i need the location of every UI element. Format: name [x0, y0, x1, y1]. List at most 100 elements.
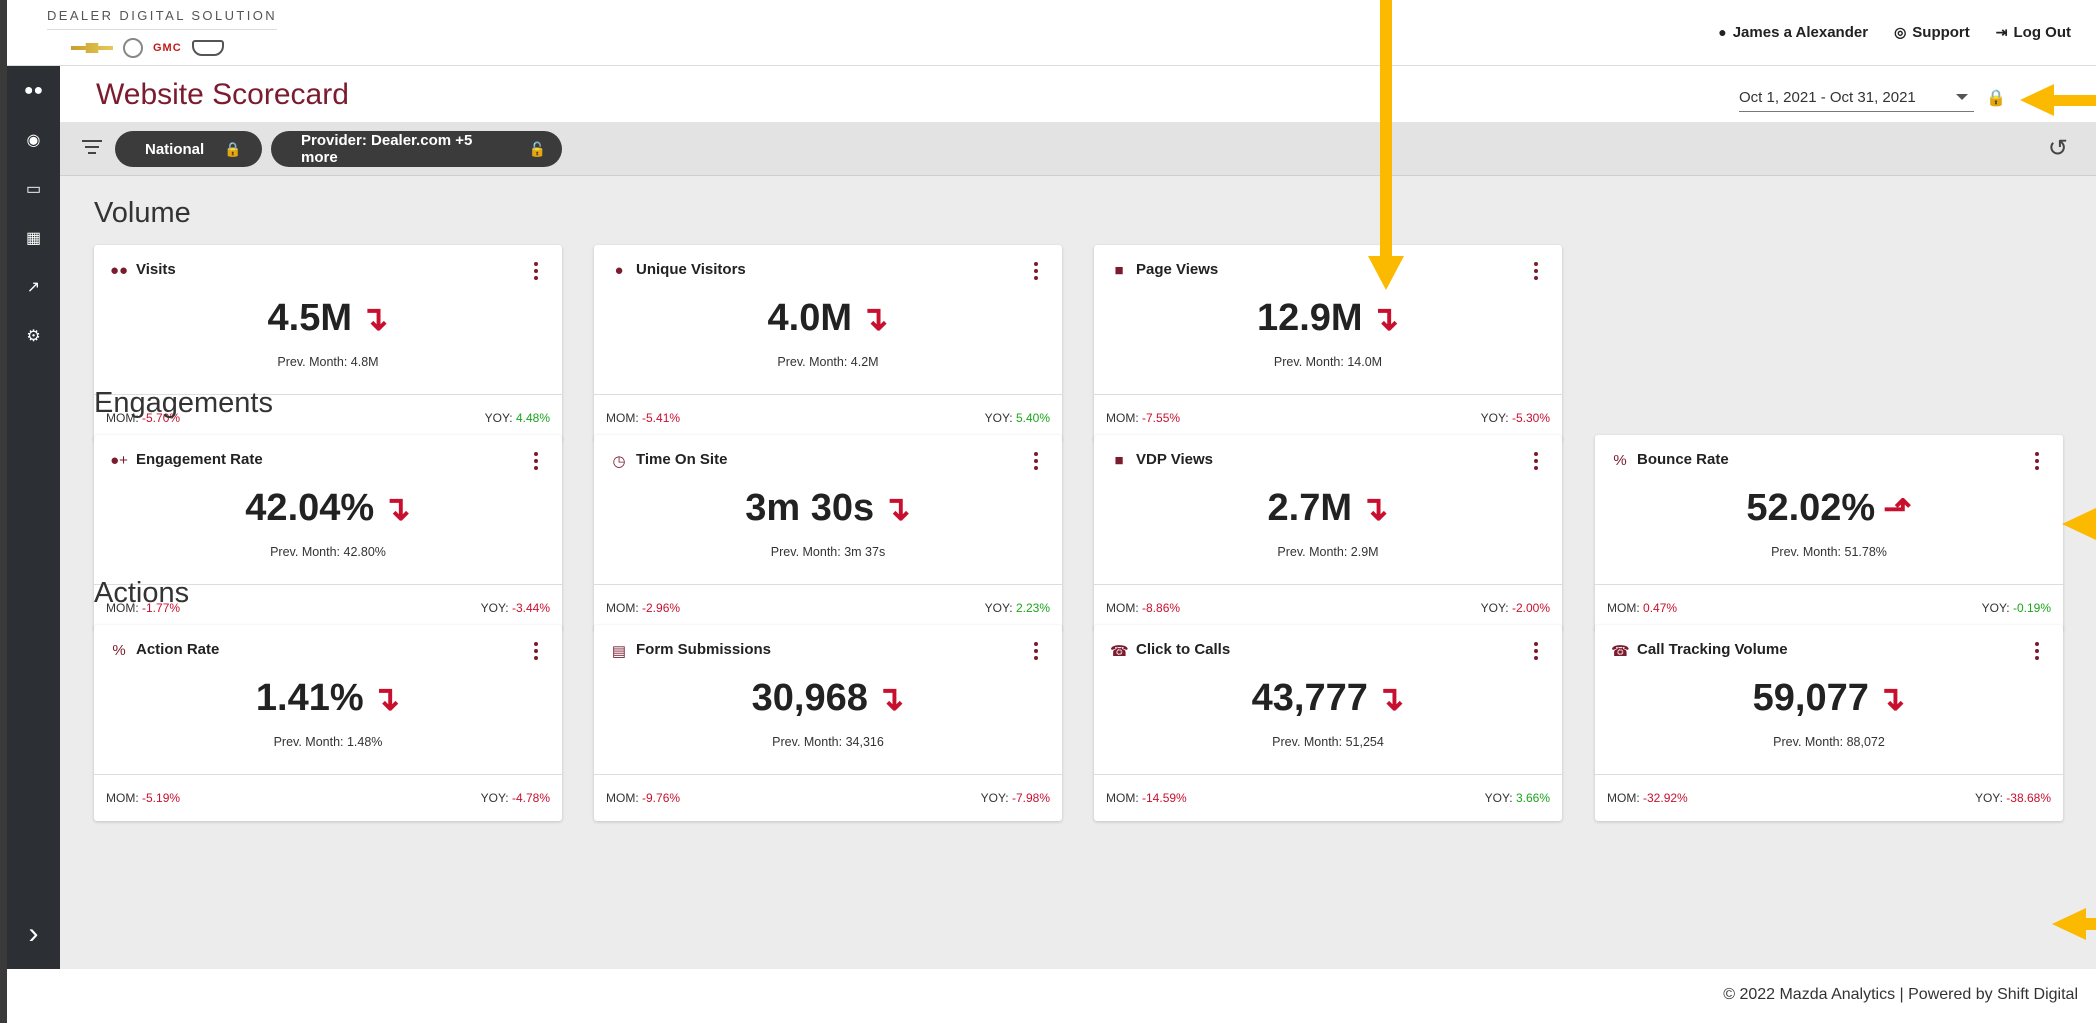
card-menu-icon[interactable] — [1534, 452, 1538, 473]
metric-card-vdp-views: ■ VDP Views 2.7M ↴ Prev. Month: 2.9M MOM: -8.… — [1094, 435, 1562, 631]
card-body: ●● Visits 4.5M ↴ Prev. Month: 4.8M — [94, 245, 562, 395]
user-name: James a Alexander — [1732, 24, 1869, 41]
yoy-stat: YOY: -38.68% — [1975, 791, 2051, 805]
card-value-row: 2.7M ↴ — [1094, 487, 1562, 530]
card-footer: MOM: -5.19% YOY: -4.78% — [94, 775, 562, 821]
brand-block: DEALER DIGITAL SOLUTION GMC — [47, 8, 277, 58]
chevrolet-logo — [71, 43, 113, 53]
trend-up-icon: ⬏ — [1883, 490, 1912, 528]
metric-card-form-submissions: ▤ Form Submissions 30,968 ↴ Prev. Month: 34,… — [594, 625, 1062, 821]
card-menu-icon[interactable] — [1534, 642, 1538, 663]
card-value: 3m 30s — [745, 487, 875, 529]
filter-icon[interactable] — [82, 140, 102, 158]
card-footer: MOM: -9.76% YOY: -7.98% — [594, 775, 1062, 821]
card-title: Unique Visitors — [636, 261, 746, 278]
yoy-stat: YOY: 4.48% — [485, 411, 550, 425]
yoy-label: YOY: — [980, 791, 1009, 805]
sidebar-item-monitor[interactable]: ▭ — [7, 164, 60, 213]
footer: © 2022 Mazda Analytics | Powered by Shif… — [7, 969, 2096, 1023]
sidebar-expand-chevron-icon[interactable]: › — [7, 917, 60, 951]
card-menu-icon[interactable] — [534, 452, 538, 473]
page-header: Website Scorecard Oct 1, 2021 - Oct 31, … — [60, 66, 2096, 122]
trend-down-icon: ↴ — [1370, 300, 1400, 338]
yoy-value: -5.30% — [1511, 411, 1550, 425]
metric-card-page-views: ■ Page Views 12.9M ↴ Prev. Month: 14.0M MOM: … — [1094, 245, 1562, 441]
card-title: Click to Calls — [1136, 641, 1231, 658]
card-menu-icon[interactable] — [1034, 642, 1038, 663]
filter-chip-national[interactable]: National 🔒 — [115, 131, 262, 167]
yoy-stat: YOY: 2.23% — [985, 601, 1050, 615]
trend-down-icon: ↴ — [382, 490, 411, 528]
form-icon: ▤ — [611, 643, 627, 660]
yoy-label: YOY: — [984, 411, 1013, 425]
sidebar: ●● ◉ ▭ ▦ ↗ ⚙ › — [7, 66, 60, 969]
yoy-value: 4.48% — [515, 411, 550, 425]
yoy-label: YOY: — [1981, 601, 2010, 615]
card-footer: MOM: -32.92% YOY: -38.68% — [1595, 775, 2063, 821]
sidebar-item-settings[interactable]: ⚙ — [7, 311, 60, 360]
card-value-row: 52.02% ⬏ — [1595, 487, 2063, 530]
logout-link[interactable]: ⇥ Log Out — [1996, 24, 2071, 41]
card-prev-month: Prev. Month: 2.9M — [1277, 545, 1379, 559]
mom-value: -5.41% — [642, 411, 681, 425]
card-footer: MOM: -14.59% YOY: 3.66% — [1094, 775, 1562, 821]
card-title: Time On Site — [636, 451, 728, 468]
phone-icon: ☎ — [1611, 643, 1630, 660]
logout-icon: ⇥ — [1995, 24, 2008, 40]
sidebar-item-external[interactable]: ↗ — [7, 262, 60, 311]
mom-value: 0.47% — [1643, 601, 1678, 615]
card-value-row: 30,968 ↴ — [594, 677, 1062, 720]
card-menu-icon[interactable] — [1034, 452, 1038, 473]
card-menu-icon[interactable] — [1034, 262, 1038, 283]
card-body: ■ VDP Views 2.7M ↴ Prev. Month: 2.9M — [1094, 435, 1562, 585]
trend-down-icon: ↴ — [859, 300, 889, 338]
mom-label: MOM: — [1106, 411, 1139, 425]
card-value: 43,777 — [1251, 677, 1368, 719]
card-value-row: 43,777 ↴ — [1094, 677, 1562, 720]
card-prev-month: Prev. Month: 4.2M — [777, 355, 879, 369]
trend-down-icon: ↴ — [1375, 680, 1405, 718]
user-menu[interactable]: ● James a Alexander — [1718, 24, 1868, 41]
card-value: 30,968 — [751, 677, 868, 719]
card-menu-icon[interactable] — [534, 262, 538, 283]
yoy-stat: YOY: -3.44% — [481, 601, 550, 615]
mom-stat: MOM: -32.92% — [1607, 791, 1688, 805]
external-link-icon: ↗ — [26, 278, 41, 296]
footer-text: © 2022 Mazda Analytics | Powered by Shif… — [1723, 986, 2078, 1003]
top-header: DEALER DIGITAL SOLUTION GMC ● James a Ale… — [7, 0, 2096, 66]
percent-icon: % — [112, 642, 126, 659]
date-lock-icon[interactable]: 🔒 — [1986, 88, 2006, 108]
mom-value: -5.19% — [142, 791, 181, 805]
card-prev-month: Prev. Month: 3m 37s — [770, 545, 886, 559]
support-link[interactable]: ◎ Support — [1894, 24, 1970, 41]
trend-down-icon: ↴ — [875, 680, 905, 718]
yoy-value: -3.44% — [511, 601, 550, 615]
card-value: 12.9M — [1256, 297, 1363, 339]
card-menu-icon[interactable] — [2035, 642, 2039, 663]
mom-value: -9.76% — [642, 791, 681, 805]
reset-icon[interactable]: ↺ — [2048, 134, 2068, 163]
card-title: Action Rate — [136, 641, 220, 658]
mom-stat: MOM: -7.55% — [1106, 411, 1180, 425]
yoy-stat: YOY: -4.78% — [481, 791, 550, 805]
mom-stat: MOM: 0.47% — [1607, 601, 1677, 615]
card-menu-icon[interactable] — [2035, 452, 2039, 473]
card-menu-icon[interactable] — [534, 642, 538, 663]
card-prev-month: Prev. Month: 88,072 — [1773, 735, 1885, 749]
card-menu-icon[interactable] — [1534, 262, 1538, 283]
sidebar-item-users[interactable]: ●● — [7, 66, 60, 115]
filter-chip-provider[interactable]: Provider: Dealer.com +5 more 🔓 — [271, 131, 562, 167]
sidebar-item-globe[interactable]: ◉ — [7, 115, 60, 164]
scorecard-main: Volume ●● Visits 4.5M ↴ Prev. Month: 4.8M MOM:… — [60, 176, 2096, 969]
sidebar-item-building[interactable]: ▦ — [7, 213, 60, 262]
yoy-value: 2.23% — [1015, 601, 1050, 615]
card-body: ■ Page Views 12.9M ↴ Prev. Month: 14.0M — [1094, 245, 1562, 395]
page-title: Website Scorecard — [96, 78, 349, 111]
card-title: Visits — [136, 261, 176, 278]
section-title-volume: Volume — [94, 197, 191, 229]
trend-down-icon: ↴ — [359, 300, 389, 338]
metric-card-unique-visitors: ● Unique Visitors 4.0M ↴ Prev. Month: 4.2M MO… — [594, 245, 1062, 441]
trend-down-icon: ↴ — [1876, 680, 1906, 718]
metric-card-action-rate: % Action Rate 1.41% ↴ Prev. Month: 1.48% MOM:… — [94, 625, 562, 821]
date-range-select[interactable]: Oct 1, 2021 - Oct 31, 2021 — [1739, 86, 1974, 112]
